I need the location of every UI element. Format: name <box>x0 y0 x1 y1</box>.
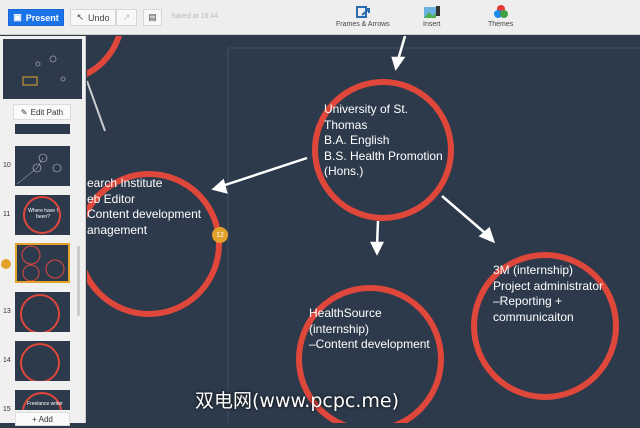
frames-arrows-icon <box>355 6 370 18</box>
redo-button[interactable]: ↗ <box>116 9 137 26</box>
slide-thumb-14[interactable] <box>15 341 70 381</box>
slide-thumb-9[interactable] <box>15 124 70 134</box>
overview-thumbnail[interactable] <box>3 39 82 99</box>
healthsource-text[interactable]: HealthSource (internship) –Content devel… <box>309 306 430 353</box>
save-icon: ▤ <box>148 12 157 22</box>
slide-thumb-13[interactable] <box>15 292 70 332</box>
pencil-icon: ✎ <box>20 107 28 117</box>
undo-icon: ↖ <box>76 12 85 22</box>
insert-button[interactable]: Insert <box>423 5 441 28</box>
presentation-canvas[interactable]: University of St. Thomas B.A. English B.… <box>0 0 640 428</box>
toolbar: ▣ Present ↖ Undo ↗ ▤ Saved at 16:44 Frames… <box>0 0 640 35</box>
slide-thumb-15[interactable]: Freelance writer <box>15 390 70 410</box>
themes-icon <box>493 5 508 18</box>
present-icon: ▣ <box>13 12 22 22</box>
insert-image-icon <box>423 6 440 18</box>
redo-icon: ↗ <box>122 12 131 22</box>
undo-button[interactable]: ↖ Undo <box>70 9 116 26</box>
connector-line <box>86 80 106 132</box>
university-text[interactable]: University of St. Thomas B.A. English B.… <box>324 102 443 180</box>
add-slide-button[interactable]: + Add <box>15 412 70 426</box>
watermark: 双电网(www.pcpc.me) <box>195 390 399 412</box>
slide-thumb-11[interactable]: Where have I been? <box>15 195 70 235</box>
present-button[interactable]: ▣ Present <box>8 9 64 26</box>
threem-text[interactable]: 3M (internship) Project administrator –R… <box>493 263 603 325</box>
slide-thumb-10[interactable] <box>15 146 70 186</box>
themes-button[interactable]: Themes <box>488 5 513 28</box>
research-text[interactable]: earch Institute eb Editor Content develo… <box>87 176 201 238</box>
slide-thumb-12-selected[interactable] <box>15 243 70 283</box>
sidebar-scrollbar[interactable] <box>77 246 80 316</box>
current-slide-badge <box>1 259 11 269</box>
edit-path-button[interactable]: ✎ Edit Path <box>13 104 71 120</box>
frames-arrows-button[interactable]: Frames & Arrows <box>336 5 390 28</box>
partial-circle <box>0 0 125 84</box>
slide-sidebar: ✎ Edit Path 10 11 Where have I been? 13 1… <box>0 36 86 426</box>
path-step-badge[interactable]: 12 <box>212 227 228 243</box>
saved-status: Saved at 16:44 <box>171 13 219 20</box>
save-button[interactable]: ▤ <box>143 9 162 26</box>
